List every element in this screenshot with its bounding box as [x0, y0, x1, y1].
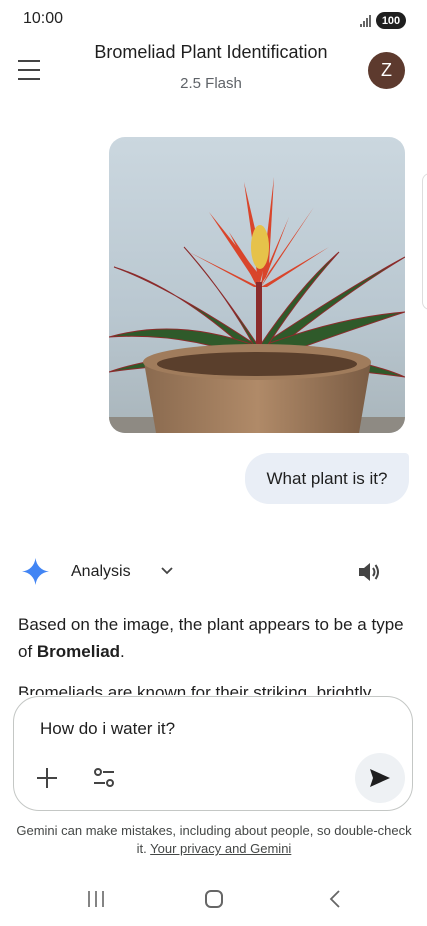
menu-button[interactable] — [18, 58, 46, 82]
gemini-star-icon — [22, 558, 49, 585]
send-button[interactable] — [355, 753, 405, 803]
avatar[interactable]: Z — [368, 52, 405, 89]
privacy-link[interactable]: Your privacy and Gemini — [150, 841, 291, 856]
uploaded-plant-image[interactable] — [109, 137, 405, 433]
response-paragraph: Based on the image, the plant appears to… — [18, 615, 404, 661]
side-panel-handle[interactable] — [422, 173, 427, 310]
speaker-icon[interactable] — [357, 561, 381, 583]
back-icon[interactable] — [327, 889, 343, 909]
chevron-down-icon[interactable] — [160, 564, 174, 578]
disclaimer: Gemini can make mistakes, including abou… — [16, 823, 412, 856]
signal-icon — [360, 15, 371, 27]
menu-icon — [18, 60, 40, 63]
response-paragraph-partial: Bromeliads are known for their striking,… — [18, 683, 372, 695]
user-message-bubble: What plant is it? — [245, 453, 409, 504]
plus-icon[interactable] — [35, 766, 59, 790]
tools-icon[interactable] — [92, 766, 116, 790]
analysis-label[interactable]: Analysis — [71, 563, 131, 581]
prompt-input-container[interactable] — [13, 696, 413, 811]
conversation-title[interactable]: Bromeliad Plant Identification — [60, 42, 362, 63]
recents-icon[interactable] — [86, 890, 106, 908]
send-icon — [370, 769, 390, 787]
model-selector[interactable]: 2.5 Flash — [60, 75, 362, 92]
battery-indicator: 100 — [376, 12, 406, 29]
bromeliad-illustration — [109, 177, 405, 433]
home-icon[interactable] — [205, 890, 223, 908]
status-time: 10:00 — [23, 10, 64, 27]
prompt-input[interactable]: How do i water it? — [40, 719, 175, 739]
